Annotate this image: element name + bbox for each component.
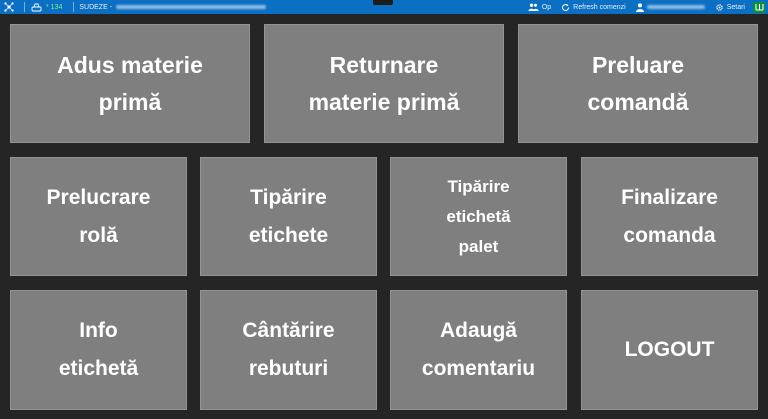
- tile-label: Returnare materie primă: [308, 51, 460, 115]
- network-icon[interactable]: [3, 1, 15, 13]
- user-menu[interactable]: [635, 2, 705, 12]
- refresh-orders-button[interactable]: Refresh comenzi: [561, 3, 626, 12]
- users-label: Op: [541, 3, 552, 11]
- separator: [24, 2, 25, 12]
- tile-label: Prelucrare rolă: [46, 185, 151, 247]
- top-bar: * 134 SUDEZE - Op Refresh comenzi Setari: [0, 0, 768, 14]
- scale-icon[interactable]: [30, 1, 42, 13]
- settings-button[interactable]: Setari: [715, 3, 745, 12]
- window-notch: [373, 0, 393, 5]
- gear-icon: [715, 3, 723, 11]
- users-icon: [528, 3, 539, 11]
- tile-returnare-materie-prima[interactable]: Returnare materie primă: [264, 24, 504, 143]
- tile-prelucrare-rola[interactable]: Prelucrare rolă: [10, 157, 187, 276]
- redacted-session-info: [116, 5, 267, 9]
- tile-cantarire-rebuturi[interactable]: Cântărire rebuturi: [200, 290, 377, 410]
- brand-logo: [753, 1, 765, 13]
- tile-label: Tipărire etichete: [248, 185, 329, 247]
- tile-finalizare-comanda[interactable]: Finalizare comanda: [581, 157, 758, 276]
- tile-info-eticheta[interactable]: Info etichetă: [10, 290, 187, 410]
- tile-label: Finalizare comanda: [621, 185, 718, 247]
- tile-adus-materie-prima[interactable]: Adus materie primă: [10, 24, 250, 143]
- tile-tiparire-etichete[interactable]: Tipărire etichete: [200, 157, 377, 276]
- redacted-username: [646, 5, 705, 9]
- tile-label: Adaugă comentariu: [421, 319, 536, 380]
- tile-label: Adus materie primă: [57, 51, 203, 115]
- tile-label: Tipărire etichetă palet: [446, 176, 511, 256]
- logout-button[interactable]: LOGOUT: [581, 290, 758, 410]
- tile-label: Preluare comandă: [587, 51, 689, 115]
- tile-tiparire-eticheta-palet[interactable]: Tipărire etichetă palet: [390, 157, 567, 276]
- tile-adauga-comentariu[interactable]: Adaugă comentariu: [390, 290, 567, 410]
- tile-label: LOGOUT: [624, 338, 715, 361]
- settings-label: Setari: [726, 3, 745, 11]
- tile-preluare-comanda[interactable]: Preluare comandă: [518, 24, 758, 143]
- tile-label: Info etichetă: [58, 319, 139, 380]
- session-label: SUDEZE -: [79, 3, 113, 11]
- refresh-icon: [562, 3, 570, 11]
- users-button[interactable]: Op: [528, 3, 551, 11]
- refresh-label: Refresh comenzi: [573, 3, 626, 11]
- tile-label: Cântărire rebuturi: [242, 319, 335, 380]
- separator: [73, 2, 75, 12]
- user-icon: [635, 2, 644, 12]
- weight-count: * 134: [46, 3, 63, 11]
